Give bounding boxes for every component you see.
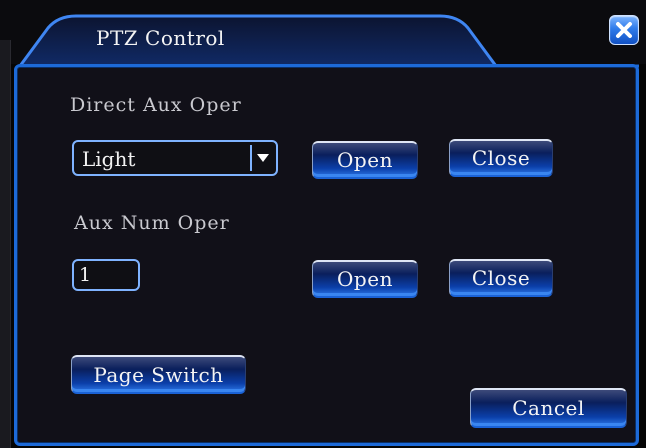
window-title: PTZ Control [96,26,225,50]
close-button[interactable] [609,15,639,45]
aux-select[interactable]: Light [72,140,278,176]
direct-aux-oper-label: Direct Aux Oper [70,94,242,116]
cancel-button[interactable]: Cancel [470,388,627,428]
page-switch-button[interactable]: Page Switch [71,355,246,394]
direct-aux-close-button[interactable]: Close [449,139,553,177]
aux-select-value: Light [82,147,136,171]
ptz-control-window: PTZ Control Direct Aux Oper Light Open C… [0,0,646,448]
chevron-down-icon[interactable] [250,145,274,171]
aux-num-close-button[interactable]: Close [449,259,553,297]
aux-num-oper-label: Aux Num Oper [74,212,230,234]
aux-num-input[interactable]: 1 [72,259,140,291]
direct-aux-open-button[interactable]: Open [312,141,418,179]
window-left-frame [0,40,11,448]
aux-num-input-value: 1 [79,264,92,286]
close-icon [616,22,632,38]
aux-num-open-button[interactable]: Open [312,260,418,298]
